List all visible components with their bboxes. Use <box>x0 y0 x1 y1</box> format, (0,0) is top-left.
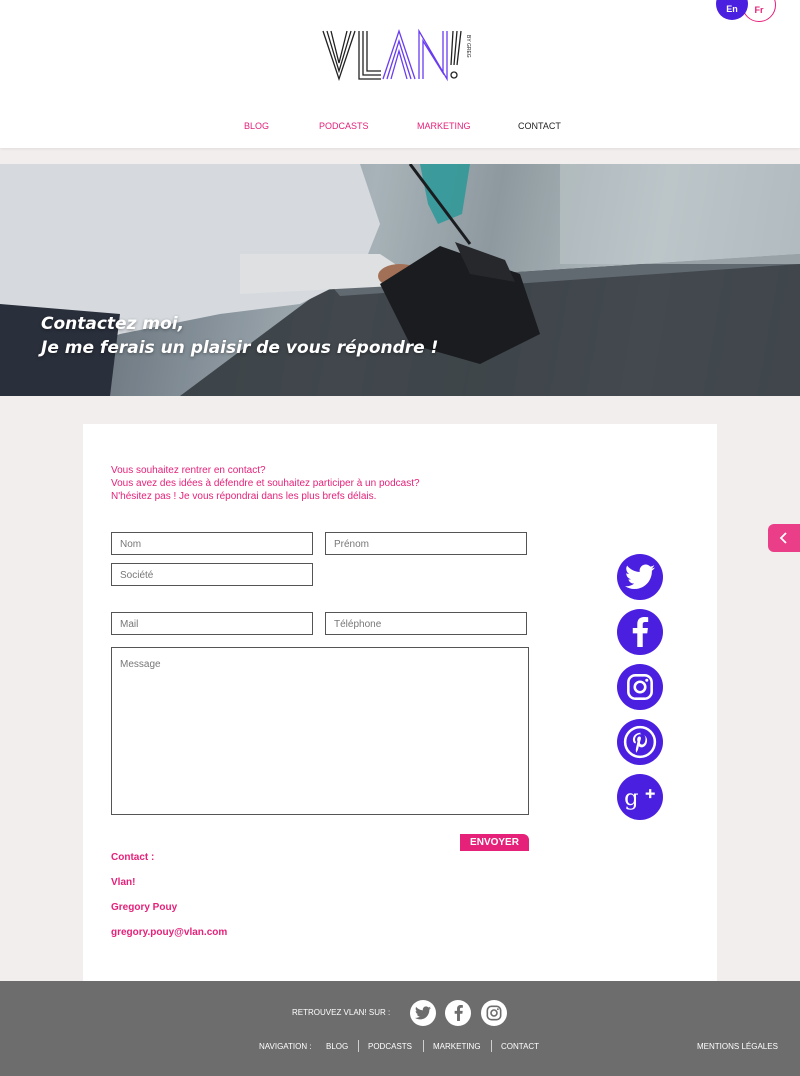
lang-fr-label: Fr <box>754 5 764 15</box>
societe-field[interactable]: Société <box>111 563 313 586</box>
pinterest-icon <box>623 725 657 759</box>
intro-line-3: N'hésitez pas ! Je vous répondrai dans l… <box>111 491 377 502</box>
footer-nav-contact[interactable]: CONTACT <box>501 1042 539 1051</box>
footer-divider <box>358 1040 359 1052</box>
instagram-icon <box>486 1005 502 1021</box>
contact-name: Gregory Pouy <box>111 902 178 913</box>
side-panel-toggle[interactable] <box>768 524 800 552</box>
nav-podcasts[interactable]: PODCASTS <box>319 121 369 131</box>
contact-email[interactable]: gregory.pouy@vlan.com <box>111 927 227 952</box>
nav-contact[interactable]: CONTACT <box>518 121 561 131</box>
footer-twitter-button[interactable] <box>410 1000 436 1026</box>
pinterest-button[interactable] <box>617 719 663 765</box>
footer-divider <box>423 1040 424 1052</box>
footer-nav-label: NAVIGATION : <box>259 1042 312 1051</box>
twitter-icon <box>625 564 655 589</box>
nom-field[interactable]: Nom <box>111 532 313 555</box>
google-plus-icon: g <box>624 785 655 810</box>
site-header: Fr En BY GREG BLOG PODCASTS MARKETING CO… <box>0 0 800 148</box>
mail-field[interactable]: Mail <box>111 612 313 635</box>
hero-banner: Contactez moi, Je me ferais un plaisir d… <box>0 164 800 396</box>
footer-nav-blog[interactable]: BLOG <box>326 1042 348 1051</box>
main-nav: BLOG PODCASTS MARKETING CONTACT <box>0 121 800 133</box>
contact-company: Vlan! <box>111 877 136 888</box>
intro-text: Vous souhaitez rentrer en contact? Vous … <box>111 464 420 503</box>
message-field[interactable]: Message <box>111 647 529 815</box>
send-button[interactable]: ENVOYER <box>460 834 529 851</box>
hero-line-2: Je me ferais un plaisir de vous répondre… <box>41 338 439 358</box>
footer-nav-marketing[interactable]: MARKETING <box>433 1042 481 1051</box>
intro-line-1: Vous souhaitez rentrer en contact? <box>111 465 266 476</box>
chevron-left-icon <box>779 532 787 544</box>
telephone-field[interactable]: Téléphone <box>325 612 527 635</box>
lang-en-label: En <box>726 4 738 14</box>
footer-divider <box>491 1040 492 1052</box>
footer-instagram-button[interactable] <box>481 1000 507 1026</box>
instagram-icon <box>627 674 653 700</box>
hero-image <box>0 164 800 396</box>
twitter-icon <box>415 1006 431 1020</box>
instagram-button[interactable] <box>617 664 663 710</box>
contact-card: Vous souhaitez rentrer en contact? Vous … <box>83 424 717 984</box>
intro-line-2: Vous avez des idées à défendre et souhai… <box>111 478 420 489</box>
lang-en-button[interactable]: En <box>716 0 748 20</box>
twitter-button[interactable] <box>617 554 663 600</box>
nav-marketing[interactable]: MARKETING <box>417 121 471 131</box>
facebook-button[interactable] <box>617 609 663 655</box>
footer-find-label: RETROUVEZ VLAN! SUR : <box>292 1008 391 1017</box>
nav-blog[interactable]: BLOG <box>244 121 269 131</box>
footer-nav-podcasts[interactable]: PODCASTS <box>368 1042 412 1051</box>
contact-info: Contact : Vlan! Gregory Pouy gregory.pou… <box>111 852 227 952</box>
hero-line-1: Contactez moi, <box>41 314 185 334</box>
footer-facebook-button[interactable] <box>445 1000 471 1026</box>
hero-heading: Contactez moi, Je me ferais un plaisir d… <box>41 312 438 360</box>
svg-text:g: g <box>624 785 639 810</box>
prenom-field[interactable]: Prénom <box>325 532 527 555</box>
facebook-icon <box>632 617 649 647</box>
google-plus-button[interactable]: g <box>617 774 663 820</box>
footer-legal-link[interactable]: MENTIONS LÉGALES <box>697 1042 778 1051</box>
logo-tagline: BY GREG <box>465 35 471 58</box>
facebook-icon <box>454 1005 463 1021</box>
contact-heading: Contact : <box>111 852 155 863</box>
vlan-logo[interactable]: BY GREG <box>321 27 479 83</box>
site-footer: RETROUVEZ VLAN! SUR : NAVIGATION : BLOG … <box>0 981 800 1076</box>
